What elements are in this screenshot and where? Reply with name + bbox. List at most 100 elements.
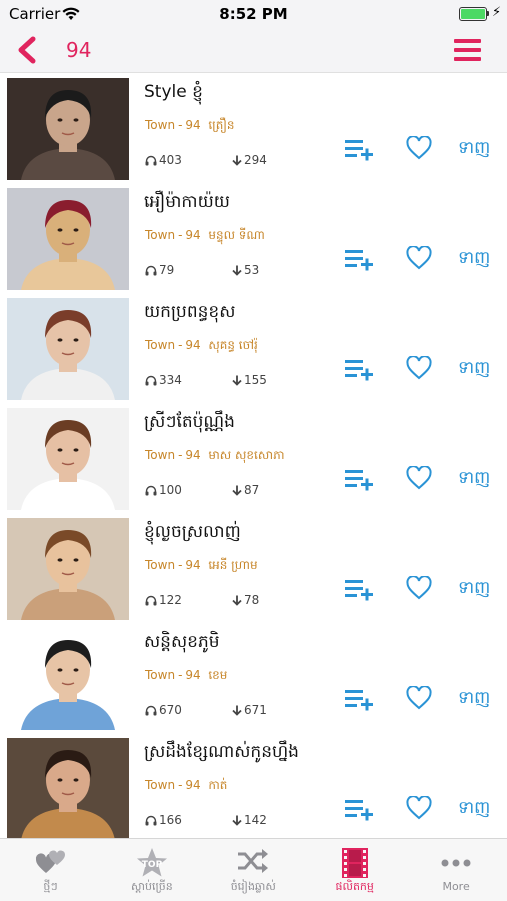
album-number: 94 <box>185 558 201 572</box>
headphones-icon <box>145 153 159 167</box>
song-meta: Town -94 មាស សុខសោភា <box>145 447 285 465</box>
meta-separator: - <box>178 338 183 352</box>
meta-separator: - <box>178 778 183 792</box>
listen-count-value: 100 <box>159 483 182 497</box>
add-to-playlist-icon[interactable] <box>345 249 375 271</box>
meta-separator: - <box>178 118 183 132</box>
hamburger-menu-icon[interactable] <box>454 39 481 61</box>
download-button[interactable]: ទាញ <box>458 577 490 602</box>
add-to-playlist-icon[interactable] <box>345 799 375 821</box>
artist-name: កាត់ <box>208 778 228 792</box>
download-button[interactable]: ទាញ <box>458 137 490 162</box>
song-meta: Town -94 មន្ទុល ទីណា <box>145 227 265 245</box>
song-title: យកប្រពន្ធខុស <box>144 302 236 322</box>
song-title: Style ខ្ញុំ <box>144 82 203 102</box>
tab-bar: ថ្មីៗ TOP ស្តាប់ច្រើន ចំរៀងឆ្លាស់ ផលិតកម្ម Mo… <box>0 838 507 901</box>
download-button[interactable]: ទាញ <box>458 357 490 382</box>
song-row[interactable]: ខ្ញុំល្ងចស្រលាញ់ Town -94 អេនី ហ្រាម 122 … <box>0 513 507 624</box>
album-label: Town <box>145 338 176 352</box>
album-label: Town <box>145 228 176 242</box>
download-count-value: 671 <box>244 703 267 717</box>
top-star-icon: TOP <box>101 847 202 879</box>
artist-name: ត្រឿន <box>208 118 235 132</box>
artist-thumbnail <box>7 78 129 180</box>
heart-icon[interactable] <box>406 575 432 600</box>
battery-cap <box>487 11 489 16</box>
download-button[interactable]: ទាញ <box>458 247 490 272</box>
download-count: 671 <box>232 703 267 717</box>
album-label: Town <box>145 778 176 792</box>
song-row[interactable]: យកប្រពន្ធខុស Town -94 សុគន្ធ ចៅរ៉ុ 334 15… <box>0 293 507 404</box>
download-count-value: 142 <box>244 813 267 827</box>
headphones-icon <box>145 593 159 607</box>
download-arrow-icon <box>232 153 244 167</box>
heart-icon[interactable] <box>406 245 432 270</box>
download-count-value: 155 <box>244 373 267 387</box>
listen-count-value: 403 <box>159 153 182 167</box>
meta-separator: - <box>178 228 183 242</box>
listen-count: 166 <box>145 813 182 827</box>
song-title: សន្តិសុខភូមិ <box>144 632 220 652</box>
status-bar: Carrier 8:52 PM ⚡ <box>0 0 507 28</box>
download-button[interactable]: ទាញ <box>458 687 490 712</box>
headphones-icon <box>145 263 159 277</box>
hearts-icon <box>0 847 101 879</box>
clock: 8:52 PM <box>219 5 288 23</box>
meta-separator: - <box>178 448 183 462</box>
song-title: ខ្ញុំល្ងចស្រលាញ់ <box>144 522 241 542</box>
artist-name: មន្ទុល ទីណា <box>208 228 265 242</box>
album-label: Town <box>145 668 176 682</box>
tab-label: More <box>442 880 470 893</box>
song-row[interactable]: សន្តិសុខភូមិ Town -94 ខេម 670 671 ទាញ <box>0 623 507 734</box>
artist-name: អេនី ហ្រាម <box>208 558 258 572</box>
meta-separator: - <box>178 668 183 682</box>
listen-count: 100 <box>145 483 182 497</box>
download-count: 78 <box>232 593 259 607</box>
add-to-playlist-icon[interactable] <box>345 359 375 381</box>
listen-count-value: 122 <box>159 593 182 607</box>
download-count-value: 53 <box>244 263 260 277</box>
heart-icon[interactable] <box>406 135 432 160</box>
svg-text:TOP: TOP <box>142 860 163 870</box>
album-label: Town <box>145 118 176 132</box>
tab-label: ផលិតកម្ម <box>335 880 374 893</box>
download-arrow-icon <box>232 703 244 717</box>
tab-item[interactable]: More <box>406 839 507 901</box>
add-to-playlist-icon[interactable] <box>345 689 375 711</box>
tab-item[interactable]: ផលិតកម្ម <box>304 839 405 901</box>
album-number: 94 <box>185 228 201 242</box>
battery-level <box>461 9 485 19</box>
tab-item[interactable]: TOP ស្តាប់ច្រើន <box>101 839 202 901</box>
song-title: ស្រដឹងខ្សែណាស់កូនហ្នឹង <box>144 742 299 762</box>
artist-thumbnail <box>7 188 129 290</box>
download-count: 53 <box>232 263 259 277</box>
listen-count: 334 <box>145 373 182 387</box>
listen-count: 403 <box>145 153 182 167</box>
artist-thumbnail <box>7 628 129 730</box>
album-label: Town <box>145 448 176 462</box>
add-to-playlist-icon[interactable] <box>345 469 375 491</box>
download-button[interactable]: ទាញ <box>458 467 490 492</box>
song-meta: Town -94 កាត់ <box>145 777 227 795</box>
heart-icon[interactable] <box>406 795 432 820</box>
heart-icon[interactable] <box>406 465 432 490</box>
artist-thumbnail <box>7 298 129 400</box>
chevron-left-icon[interactable] <box>14 36 40 64</box>
tab-label: ស្តាប់ច្រើន <box>131 880 173 893</box>
listen-count: 122 <box>145 593 182 607</box>
tab-item[interactable]: ថ្មីៗ <box>0 839 101 901</box>
tab-item[interactable]: ចំរៀងឆ្លាស់ <box>203 839 304 901</box>
download-arrow-icon <box>232 373 244 387</box>
download-button[interactable]: ទាញ <box>458 797 490 822</box>
song-row[interactable]: អឿម៉ាកាយ៉យ Town -94 មន្ទុល ទីណា 79 53 ទាញ <box>0 183 507 294</box>
shuffle-icon <box>203 847 304 879</box>
song-row[interactable]: ស្រដឹងខ្សែណាស់កូនហ្នឹង Town -94 កាត់ 166 … <box>0 733 507 838</box>
headphones-icon <box>145 813 159 827</box>
heart-icon[interactable] <box>406 355 432 380</box>
add-to-playlist-icon[interactable] <box>345 579 375 601</box>
song-row[interactable]: Style ខ្ញុំ Town -94 ត្រឿន 403 294 ទាញ <box>0 73 507 184</box>
song-row[interactable]: ស្រីៗតែប៉ុណ្ណឹង Town -94 មាស សុខសោភា 100 … <box>0 403 507 514</box>
film-strip-icon <box>304 847 405 879</box>
heart-icon[interactable] <box>406 685 432 710</box>
add-to-playlist-icon[interactable] <box>345 139 375 161</box>
